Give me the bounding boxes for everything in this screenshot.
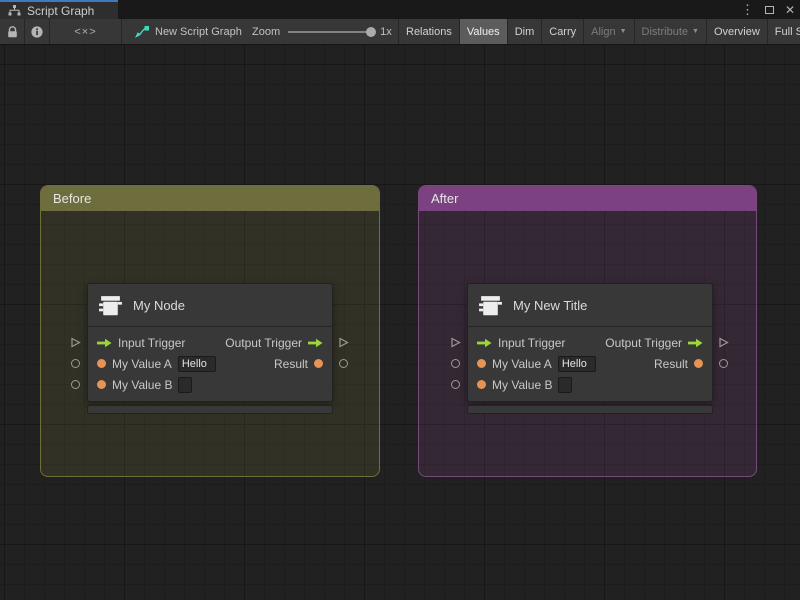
ext-value-a-port[interactable] <box>71 359 80 368</box>
close-icon[interactable]: ✕ <box>785 3 795 17</box>
overview-button[interactable]: Overview <box>705 19 767 44</box>
ext-output-trigger-port[interactable] <box>338 337 349 348</box>
ext-value-b-port[interactable] <box>71 380 80 389</box>
tab-script-graph[interactable]: Script Graph <box>0 0 118 19</box>
ext-input-trigger-port[interactable] <box>70 337 81 348</box>
hierarchy-icon <box>8 5 21 16</box>
ext-value-a-port[interactable] <box>451 359 460 368</box>
dim-button[interactable]: Dim <box>506 19 542 44</box>
lock-button[interactable] <box>0 19 25 44</box>
value-b-field[interactable] <box>558 376 573 393</box>
trigger-row: Input Trigger Output Trigger <box>88 332 332 353</box>
output-trigger-port[interactable] <box>688 338 703 348</box>
input-trigger-port[interactable] <box>97 338 112 348</box>
node-header[interactable]: My New Title <box>468 284 712 327</box>
carry-button[interactable]: Carry <box>541 19 583 44</box>
graph-toolbar: <×> New Script Graph Zoom 1x Relations V… <box>0 19 800 45</box>
zoom-slider[interactable] <box>288 26 377 37</box>
group-after-header[interactable]: After <box>419 186 756 211</box>
node-my-new-title[interactable]: My New Title Input Trigger Output Trigge… <box>467 283 713 414</box>
group-before-header[interactable]: Before <box>41 186 379 211</box>
value-b-field[interactable] <box>178 376 193 393</box>
node-title: My Node <box>133 297 186 313</box>
fullscreen-button[interactable]: Full Screen <box>766 19 800 44</box>
node-footer <box>87 405 333 414</box>
window-controls: ⋮ ✕ <box>741 0 795 19</box>
maximize-icon[interactable] <box>764 3 774 17</box>
node-header[interactable]: My Node <box>88 284 332 327</box>
result-port[interactable] <box>694 359 703 368</box>
value-a-port[interactable] <box>97 359 106 368</box>
zoom-level: 1x <box>380 25 392 38</box>
graph-edge-icon <box>135 25 149 38</box>
trigger-row: Input Trigger Output Trigger <box>468 332 712 353</box>
toolbar-buttons: Relations Values Dim Carry Align ▼ Distr… <box>398 19 800 44</box>
distribute-dropdown[interactable]: Distribute ▼ <box>633 19 706 44</box>
graph-canvas[interactable]: Before After My Node Input Trigger Outpu… <box>0 45 800 600</box>
value-b-port[interactable] <box>477 380 486 389</box>
value-b-port[interactable] <box>97 380 106 389</box>
chevron-down-icon: ▼ <box>692 28 699 35</box>
info-icon <box>31 25 43 38</box>
output-trigger-port[interactable] <box>308 338 323 348</box>
node-footer <box>467 405 713 414</box>
value-b-row: My Value B <box>88 374 332 395</box>
unit-node-icon <box>479 295 502 315</box>
value-a-row: My Value A Result <box>468 353 712 374</box>
ext-output-trigger-port[interactable] <box>718 337 729 348</box>
tab-title: Script Graph <box>27 3 95 18</box>
relations-button[interactable]: Relations <box>398 19 459 44</box>
ext-result-port[interactable] <box>339 359 348 368</box>
inspect-button[interactable] <box>25 19 50 44</box>
code-icon: <×> <box>74 25 97 38</box>
align-dropdown[interactable]: Align ▼ <box>583 19 633 44</box>
script-graph-window: Script Graph ⋮ ✕ <×> New Script Graph Zo… <box>0 0 800 600</box>
value-a-field[interactable] <box>557 355 596 372</box>
graph-name: New Script Graph <box>155 25 242 38</box>
zoom-control: Zoom 1x <box>252 19 398 44</box>
value-a-port[interactable] <box>477 359 486 368</box>
values-button[interactable]: Values <box>458 19 507 44</box>
ext-result-port[interactable] <box>719 359 728 368</box>
chevron-down-icon: ▼ <box>619 28 627 35</box>
result-port[interactable] <box>314 359 323 368</box>
node-my-node[interactable]: My Node Input Trigger Output Trigger My … <box>87 283 333 414</box>
lock-icon <box>7 25 17 37</box>
unit-node-icon <box>99 295 122 315</box>
ext-value-b-port[interactable] <box>451 380 460 389</box>
code-view-button[interactable]: <×> <box>50 19 122 44</box>
group-title: After <box>431 191 459 206</box>
value-b-row: My Value B <box>468 374 712 395</box>
value-a-row: My Value A Result <box>88 353 332 374</box>
zoom-label: Zoom <box>252 25 281 38</box>
input-trigger-port[interactable] <box>477 338 492 348</box>
current-graph-label: New Script Graph <box>122 19 252 44</box>
tab-bar: Script Graph ⋮ ✕ <box>0 0 800 19</box>
value-a-field[interactable] <box>177 355 216 372</box>
group-title: Before <box>53 191 92 206</box>
zoom-slider-handle[interactable] <box>366 26 377 37</box>
ext-input-trigger-port[interactable] <box>450 337 461 348</box>
node-title: My New Title <box>513 297 588 313</box>
menu-icon[interactable]: ⋮ <box>741 2 754 18</box>
